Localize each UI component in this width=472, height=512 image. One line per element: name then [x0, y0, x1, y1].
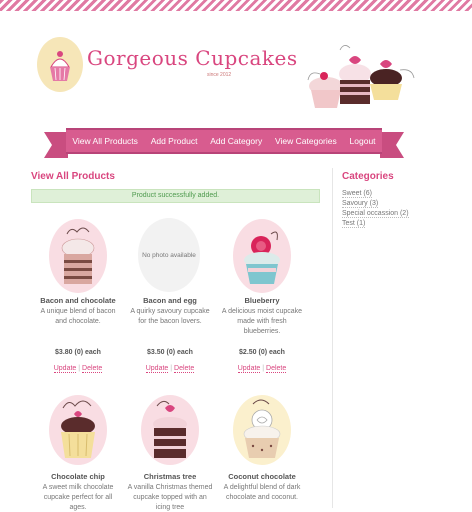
sidebar-divider: [332, 168, 333, 508]
logo-text[interactable]: Gorgeous Cupcakes: [87, 46, 298, 70]
category-item: Savoury (3): [342, 199, 409, 209]
product-description: A delicious moist cupcake made with fres…: [221, 308, 303, 335]
category-list: Sweet (6) Savoury (3) Special occassion …: [342, 189, 409, 229]
success-message: Product successfully added.: [31, 189, 320, 203]
since-label: since 2012: [207, 72, 232, 78]
top-stripe-border: [0, 0, 472, 11]
product-description: A sweet milk chocolate cupcake perfect f…: [42, 484, 114, 511]
delete-link[interactable]: Delete: [266, 365, 287, 373]
logo-cupcake-icon[interactable]: [37, 37, 83, 92]
header-cupcakes-icon: [300, 40, 420, 112]
cupcake-pink-stripes-icon: [31, 216, 125, 296]
nav-logout[interactable]: Logout: [350, 136, 376, 146]
product-name: Bacon and chocolate: [40, 296, 116, 305]
cupcake-coconut-icon: [215, 392, 309, 472]
cupcake-blue-rose-icon: [215, 216, 309, 296]
product-name: Chocolate chip: [51, 472, 105, 481]
product-card: Bacon and chocolate A unique blend of ba…: [31, 216, 125, 373]
no-photo-placeholder: No photo available: [123, 216, 217, 296]
product-price: $3.50 (0) each: [147, 349, 193, 356]
category-link-savoury[interactable]: Savoury (3): [342, 200, 379, 208]
product-description: A unique blend of bacon and chocolate.: [40, 308, 116, 325]
product-card: Christmas tree A vanilla Christmas theme…: [123, 392, 217, 512]
product-description: A quirky savoury cupcake for the bacon l…: [130, 308, 210, 325]
product-description: A vanilla Christmas themed cupcake toppe…: [127, 484, 213, 511]
nav-add-product[interactable]: Add Product: [151, 136, 198, 146]
delete-link[interactable]: Delete: [82, 365, 103, 373]
update-link[interactable]: Update: [53, 365, 77, 373]
product-name: Christmas tree: [143, 472, 197, 481]
product-actions: Update | Delete: [237, 365, 287, 373]
no-photo-label: No photo available: [138, 218, 200, 292]
update-link[interactable]: Update: [237, 365, 261, 373]
categories-title: Categories: [342, 171, 394, 182]
product-price: $3.80 (0) each: [55, 349, 101, 356]
page-title: View All Products: [31, 171, 115, 182]
nav-add-category[interactable]: Add Category: [210, 136, 262, 146]
nav-view-all-products[interactable]: View All Products: [72, 136, 138, 146]
category-item: Test (1): [342, 219, 409, 229]
category-link-test[interactable]: Test (1): [342, 220, 366, 228]
cupcake-chocolate-heart-icon: [31, 392, 125, 472]
nav-view-categories[interactable]: View Categories: [275, 136, 337, 146]
product-card: Chocolate chip A sweet milk chocolate cu…: [31, 392, 125, 512]
category-link-special-occassion[interactable]: Special occassion (2): [342, 210, 409, 218]
category-item: Sweet (6): [342, 189, 409, 199]
product-price: $2.50 (0) each: [239, 349, 285, 356]
product-name: Coconut chocolate: [228, 472, 296, 481]
update-link[interactable]: Update: [145, 365, 169, 373]
product-card: Blueberry A delicious moist cupcake made…: [215, 216, 309, 373]
product-actions: Update | Delete: [145, 365, 195, 373]
category-item: Special occassion (2): [342, 209, 409, 219]
cupcake-christmas-icon: [123, 392, 217, 472]
category-link-sweet[interactable]: Sweet (6): [342, 190, 372, 198]
main-nav: View All Products Add Product Add Catego…: [66, 131, 382, 151]
delete-link[interactable]: Delete: [174, 365, 195, 373]
nav-ribbon: View All Products Add Product Add Catego…: [44, 126, 404, 158]
product-name: Bacon and egg: [143, 296, 197, 305]
product-actions: Update | Delete: [53, 365, 103, 373]
product-card: No photo available Bacon and egg A quirk…: [123, 216, 217, 373]
product-name: Blueberry: [244, 296, 280, 305]
product-card: Coconut chocolate A delightful blend of …: [215, 392, 309, 512]
product-description: A delightful blend of dark chocolate and…: [223, 484, 301, 501]
